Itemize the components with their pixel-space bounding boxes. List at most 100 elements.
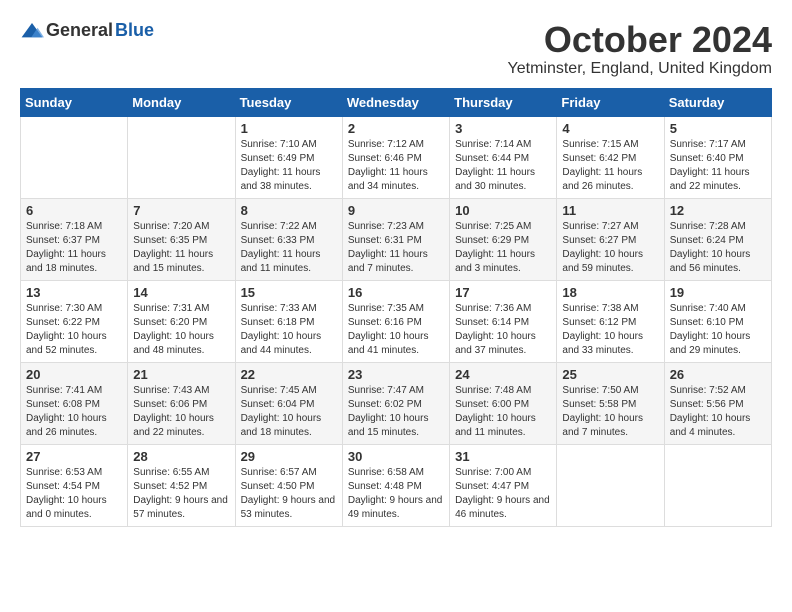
calendar-cell: 25 Sunrise: 7:50 AMSunset: 5:58 PMDayligh…	[557, 362, 664, 444]
logo: General Blue	[20, 20, 154, 41]
day-number: 26	[670, 367, 766, 382]
day-number: 3	[455, 121, 551, 136]
calendar-header-tuesday: Tuesday	[235, 88, 342, 116]
calendar-header-wednesday: Wednesday	[342, 88, 449, 116]
logo-blue-text: Blue	[115, 20, 154, 41]
calendar-week-0: 1Sunrise: 7:10 AMSunset: 6:49 PMDaylight…	[21, 116, 772, 198]
calendar-cell: 8 Sunrise: 7:22 AMSunset: 6:33 PMDaylight…	[235, 198, 342, 280]
day-number: 30	[348, 449, 444, 464]
calendar-cell: 14Sunrise: 7:31 AMSunset: 6:20 PMDayligh…	[128, 280, 235, 362]
calendar-cell: 22 Sunrise: 7:45 AMSunset: 6:04 PMDayligh…	[235, 362, 342, 444]
calendar-cell: 31 Sunrise: 7:00 AMSunset: 4:47 PMDayligh…	[450, 444, 557, 526]
page-header: General Blue October 2024 Yetminster, En…	[20, 20, 772, 78]
calendar-cell: 18Sunrise: 7:38 AMSunset: 6:12 PMDayligh…	[557, 280, 664, 362]
day-info: Sunrise: 7:50 AMSunset: 5:58 PMDaylight:…	[562, 384, 658, 440]
calendar-cell: 7Sunrise: 7:20 AMSunset: 6:35 PMDaylight…	[128, 198, 235, 280]
calendar-cell	[21, 116, 128, 198]
calendar-cell: 13 Sunrise: 7:30 AMSunset: 6:22 PMDayligh…	[21, 280, 128, 362]
day-number: 11	[562, 203, 658, 218]
calendar-header-saturday: Saturday	[664, 88, 771, 116]
calendar-header-monday: Monday	[128, 88, 235, 116]
calendar-header-row: SundayMondayTuesdayWednesdayThursdayFrid…	[21, 88, 772, 116]
day-number: 15	[241, 285, 337, 300]
day-number: 17	[455, 285, 551, 300]
day-info: Sunrise: 6:55 AMSunset: 4:52 PMDaylight:…	[133, 466, 229, 522]
day-info: Sunrise: 7:14 AMSunset: 6:44 PMDaylight:…	[455, 138, 551, 194]
day-number: 10	[455, 203, 551, 218]
day-info: Sunrise: 7:43 AMSunset: 6:06 PMDaylight:…	[133, 384, 229, 440]
calendar-cell: 2Sunrise: 7:12 AMSunset: 6:46 PMDaylight…	[342, 116, 449, 198]
calendar-cell	[557, 444, 664, 526]
calendar-cell: 24Sunrise: 7:48 AMSunset: 6:00 PMDayligh…	[450, 362, 557, 444]
day-info: Sunrise: 7:18 AMSunset: 6:37 PMDaylight:…	[26, 220, 122, 276]
calendar-cell	[664, 444, 771, 526]
day-info: Sunrise: 7:52 AMSunset: 5:56 PMDaylight:…	[670, 384, 766, 440]
day-info: Sunrise: 6:58 AMSunset: 4:48 PMDaylight:…	[348, 466, 444, 522]
calendar-week-3: 20 Sunrise: 7:41 AMSunset: 6:08 PMDayligh…	[21, 362, 772, 444]
calendar-cell: 12 Sunrise: 7:28 AMSunset: 6:24 PMDayligh…	[664, 198, 771, 280]
day-info: Sunrise: 7:00 AMSunset: 4:47 PMDaylight:…	[455, 466, 551, 522]
day-number: 2	[348, 121, 444, 136]
title-section: October 2024 Yetminster, England, United…	[508, 20, 772, 78]
day-number: 9	[348, 203, 444, 218]
calendar-cell: 15Sunrise: 7:33 AMSunset: 6:18 PMDayligh…	[235, 280, 342, 362]
day-info: Sunrise: 7:28 AMSunset: 6:24 PMDaylight:…	[670, 220, 766, 276]
calendar-cell: 30 Sunrise: 6:58 AMSunset: 4:48 PMDayligh…	[342, 444, 449, 526]
day-info: Sunrise: 7:47 AMSunset: 6:02 PMDaylight:…	[348, 384, 444, 440]
logo-icon	[20, 21, 44, 41]
calendar-cell: 11 Sunrise: 7:27 AMSunset: 6:27 PMDayligh…	[557, 198, 664, 280]
day-number: 24	[455, 367, 551, 382]
day-number: 16	[348, 285, 444, 300]
calendar-week-2: 13 Sunrise: 7:30 AMSunset: 6:22 PMDayligh…	[21, 280, 772, 362]
day-number: 1	[241, 121, 337, 136]
calendar-cell	[128, 116, 235, 198]
day-number: 31	[455, 449, 551, 464]
calendar-cell: 26 Sunrise: 7:52 AMSunset: 5:56 PMDayligh…	[664, 362, 771, 444]
day-number: 28	[133, 449, 229, 464]
day-number: 14	[133, 285, 229, 300]
calendar-cell: 9Sunrise: 7:23 AMSunset: 6:31 PMDaylight…	[342, 198, 449, 280]
day-info: Sunrise: 7:27 AMSunset: 6:27 PMDaylight:…	[562, 220, 658, 276]
location-title: Yetminster, England, United Kingdom	[508, 60, 772, 78]
day-info: Sunrise: 7:38 AMSunset: 6:12 PMDaylight:…	[562, 302, 658, 358]
day-number: 19	[670, 285, 766, 300]
day-number: 21	[133, 367, 229, 382]
day-number: 20	[26, 367, 122, 382]
calendar-cell: 10 Sunrise: 7:25 AMSunset: 6:29 PMDayligh…	[450, 198, 557, 280]
day-info: Sunrise: 7:40 AMSunset: 6:10 PMDaylight:…	[670, 302, 766, 358]
day-info: Sunrise: 6:53 AMSunset: 4:54 PMDaylight:…	[26, 466, 122, 522]
day-info: Sunrise: 7:15 AMSunset: 6:42 PMDaylight:…	[562, 138, 658, 194]
logo-general-text: General	[46, 20, 113, 41]
calendar-cell: 1Sunrise: 7:10 AMSunset: 6:49 PMDaylight…	[235, 116, 342, 198]
calendar-header-friday: Friday	[557, 88, 664, 116]
calendar-week-4: 27 Sunrise: 6:53 AMSunset: 4:54 PMDayligh…	[21, 444, 772, 526]
day-info: Sunrise: 7:41 AMSunset: 6:08 PMDaylight:…	[26, 384, 122, 440]
day-number: 25	[562, 367, 658, 382]
calendar-cell: 21 Sunrise: 7:43 AMSunset: 6:06 PMDayligh…	[128, 362, 235, 444]
calendar-cell: 3 Sunrise: 7:14 AMSunset: 6:44 PMDaylight…	[450, 116, 557, 198]
day-number: 27	[26, 449, 122, 464]
calendar-cell: 6Sunrise: 7:18 AMSunset: 6:37 PMDaylight…	[21, 198, 128, 280]
calendar-cell: 20 Sunrise: 7:41 AMSunset: 6:08 PMDayligh…	[21, 362, 128, 444]
calendar-cell: 17Sunrise: 7:36 AMSunset: 6:14 PMDayligh…	[450, 280, 557, 362]
day-info: Sunrise: 7:22 AMSunset: 6:33 PMDaylight:…	[241, 220, 337, 276]
day-number: 8	[241, 203, 337, 218]
day-info: Sunrise: 7:20 AMSunset: 6:35 PMDaylight:…	[133, 220, 229, 276]
calendar-header-thursday: Thursday	[450, 88, 557, 116]
calendar-table: SundayMondayTuesdayWednesdayThursdayFrid…	[20, 88, 772, 527]
calendar-header-sunday: Sunday	[21, 88, 128, 116]
day-number: 22	[241, 367, 337, 382]
calendar-cell: 23 Sunrise: 7:47 AMSunset: 6:02 PMDayligh…	[342, 362, 449, 444]
day-info: Sunrise: 7:45 AMSunset: 6:04 PMDaylight:…	[241, 384, 337, 440]
day-number: 12	[670, 203, 766, 218]
day-number: 23	[348, 367, 444, 382]
calendar-week-1: 6Sunrise: 7:18 AMSunset: 6:37 PMDaylight…	[21, 198, 772, 280]
day-number: 13	[26, 285, 122, 300]
calendar-cell: 28 Sunrise: 6:55 AMSunset: 4:52 PMDayligh…	[128, 444, 235, 526]
calendar-cell: 16Sunrise: 7:35 AMSunset: 6:16 PMDayligh…	[342, 280, 449, 362]
calendar-cell: 29Sunrise: 6:57 AMSunset: 4:50 PMDayligh…	[235, 444, 342, 526]
calendar-cell: 4Sunrise: 7:15 AMSunset: 6:42 PMDaylight…	[557, 116, 664, 198]
day-info: Sunrise: 7:30 AMSunset: 6:22 PMDaylight:…	[26, 302, 122, 358]
calendar-cell: 19 Sunrise: 7:40 AMSunset: 6:10 PMDayligh…	[664, 280, 771, 362]
day-info: Sunrise: 7:25 AMSunset: 6:29 PMDaylight:…	[455, 220, 551, 276]
